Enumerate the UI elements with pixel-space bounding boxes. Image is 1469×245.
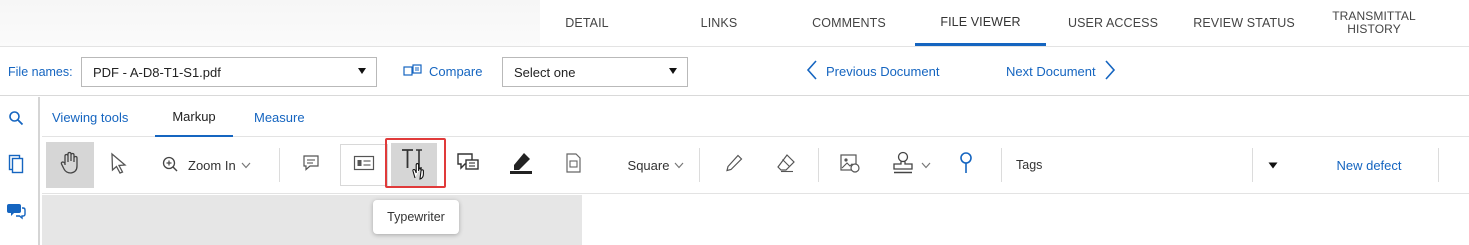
- image-stamp-icon: [839, 152, 861, 179]
- chevron-down-icon: [921, 156, 931, 174]
- callout-icon: [456, 152, 480, 179]
- chevron-down-icon: [358, 68, 366, 74]
- top-navigation: DETAIL LINKS COMMENTS FILE VIEWER USER A…: [0, 0, 1469, 47]
- toolbar-divider: [1252, 148, 1253, 182]
- compare-select[interactable]: Select one: [502, 57, 688, 87]
- toolbar-divider: [699, 148, 700, 182]
- tab-comments[interactable]: COMMENTS: [800, 0, 898, 46]
- zoom-in-icon: [161, 154, 179, 177]
- image-stamp-button[interactable]: [833, 142, 867, 188]
- file-name-select-value: PDF - A-D8-T1-S1.pdf: [93, 64, 221, 80]
- pan-hand-icon: [59, 151, 81, 180]
- viewer-subtabs: Viewing tools Markup Measure: [42, 97, 1469, 137]
- new-defect-button[interactable]: New defect: [1304, 142, 1434, 188]
- toolbar-divider: [818, 148, 819, 182]
- compare-select-value: Select one: [514, 64, 576, 80]
- tab-detail[interactable]: DETAIL: [548, 0, 626, 46]
- tags-label: Tags: [1016, 158, 1043, 172]
- sticky-note-button[interactable]: [295, 142, 327, 188]
- previous-document-label: Previous Document: [826, 64, 940, 79]
- zoom-in-label: Zoom In: [188, 157, 236, 173]
- toolbar-divider: [279, 148, 280, 182]
- zoom-in-dropdown[interactable]: Zoom In: [161, 142, 271, 188]
- chevron-down-icon: [1268, 156, 1278, 174]
- file-names-label: File names:: [8, 65, 73, 79]
- tab-review-status[interactable]: REVIEW STATUS: [1182, 0, 1306, 46]
- compare-label: Compare: [429, 64, 483, 79]
- file-name-select[interactable]: PDF - A-D8-T1-S1.pdf: [81, 57, 377, 87]
- select-tool-button[interactable]: [102, 142, 136, 188]
- pencil-button[interactable]: [717, 142, 751, 188]
- shape-dropdown[interactable]: Square: [621, 142, 691, 188]
- pages-icon[interactable]: [6, 154, 26, 174]
- toolbar-divider: [1001, 148, 1002, 182]
- next-document-label: Next Document: [1006, 64, 1096, 79]
- chevron-left-icon: [806, 59, 818, 84]
- stamp-icon: [890, 150, 916, 181]
- comments-icon[interactable]: [6, 201, 26, 221]
- chevron-right-icon: [1104, 59, 1116, 84]
- subtab-viewing-tools[interactable]: Viewing tools: [52, 97, 128, 137]
- stamp-dropdown[interactable]: [882, 142, 938, 188]
- tags-field[interactable]: Tags: [1010, 142, 1250, 188]
- left-rail: [0, 97, 40, 245]
- tab-links[interactable]: LINKS: [680, 0, 758, 46]
- select-arrow-icon: [109, 152, 129, 179]
- sticky-note-icon: [302, 154, 320, 177]
- compare-button[interactable]: Compare: [403, 63, 482, 80]
- nav-left-blank: [0, 0, 540, 46]
- document-canvas[interactable]: [42, 195, 582, 245]
- compare-icon: [403, 63, 423, 80]
- previous-document-link[interactable]: Previous Document: [806, 59, 939, 84]
- shape-label: Square: [627, 157, 670, 173]
- callout-button[interactable]: [452, 142, 484, 188]
- typewriter-tooltip: Typewriter: [373, 200, 459, 234]
- pin-icon: [958, 151, 974, 180]
- new-defect-label: New defect: [1336, 157, 1402, 173]
- tab-transmittal-history[interactable]: TRANSMITTAL HISTORY: [1314, 0, 1434, 46]
- document-viewer: Viewing tools Markup Measure Zoom In Squ…: [42, 97, 1469, 245]
- tab-user-access[interactable]: USER ACCESS: [1058, 0, 1168, 46]
- text-box-button[interactable]: [340, 144, 388, 186]
- chevron-down-icon: [674, 156, 684, 174]
- chevron-down-icon: [241, 156, 251, 174]
- eraser-icon: [775, 153, 797, 178]
- chevron-down-icon: [669, 68, 677, 74]
- pin-button[interactable]: [951, 142, 981, 188]
- defect-type-dropdown[interactable]: [1256, 142, 1290, 188]
- text-box-icon: [353, 155, 375, 176]
- tab-file-viewer[interactable]: FILE VIEWER: [915, 0, 1046, 46]
- stamp-box-button[interactable]: [556, 142, 590, 188]
- markup-toolbar: Zoom In Square Tags New defect: [42, 138, 1469, 194]
- typewriter-highlight-box: [385, 138, 446, 188]
- eraser-button[interactable]: [769, 142, 803, 188]
- search-icon[interactable]: [6, 108, 26, 128]
- file-toolbar: File names: PDF - A-D8-T1-S1.pdf Compare…: [0, 47, 1469, 96]
- stamp-box-icon: [563, 152, 583, 179]
- highlighter-button[interactable]: [504, 142, 538, 188]
- subtab-markup[interactable]: Markup: [155, 97, 233, 137]
- tab-transmittal-line2: HISTORY: [1347, 22, 1401, 36]
- toolbar-divider: [1438, 148, 1439, 182]
- highlighter-icon: [508, 150, 534, 181]
- pan-tool-button[interactable]: [46, 142, 94, 188]
- pencil-icon: [724, 153, 744, 178]
- next-document-link[interactable]: Next Document: [1006, 59, 1116, 84]
- subtab-measure[interactable]: Measure: [254, 97, 305, 137]
